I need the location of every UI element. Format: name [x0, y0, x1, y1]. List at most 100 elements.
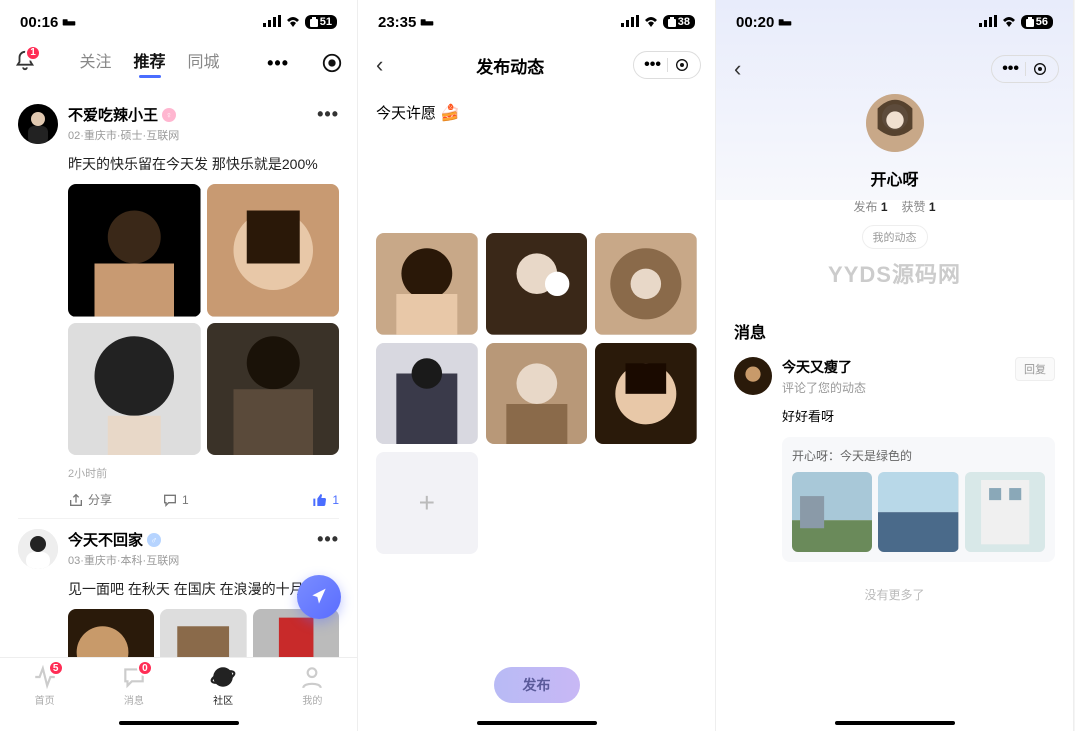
status-time: 00:16: [20, 14, 58, 31]
messages-title: 消息: [734, 319, 1055, 343]
post-image[interactable]: [68, 609, 154, 657]
post-username[interactable]: 不爱吃辣小王: [68, 104, 158, 125]
profile-avatar[interactable]: [866, 94, 924, 152]
more-button[interactable]: •••: [263, 49, 293, 78]
post-image[interactable]: [68, 323, 201, 456]
screen-compose: 23:35 38 ‹ 发布动态 ••• 今天许愿 🍰: [358, 0, 716, 731]
compose-image[interactable]: [376, 343, 478, 445]
wifi-icon: [643, 14, 659, 31]
tab-recommend[interactable]: 推荐: [134, 48, 166, 78]
quoted-post[interactable]: 开心呀：今天是绿色的: [782, 437, 1055, 562]
message-item: 今天又瘦了 评论了您的动态 回复 好好看呀 开心呀：今天是绿色的: [734, 357, 1055, 562]
compose-fab[interactable]: [297, 575, 341, 619]
battery-badge: 56: [1021, 15, 1053, 29]
post-image[interactable]: [68, 184, 201, 317]
compose-image[interactable]: [486, 343, 588, 445]
more-icon: •••: [1002, 60, 1019, 78]
titlebar-pill[interactable]: •••: [633, 51, 701, 79]
home-indicator: [119, 721, 239, 725]
message-avatar[interactable]: [734, 357, 772, 395]
back-button[interactable]: ‹: [372, 48, 387, 82]
tab-follow[interactable]: 关注: [80, 48, 112, 78]
avatar[interactable]: [18, 529, 58, 569]
tabbar-community[interactable]: 社区: [210, 664, 236, 707]
notifications-button[interactable]: 1: [14, 50, 36, 77]
post-image[interactable]: [207, 184, 340, 317]
tabbar-msg-badge: 0: [137, 660, 153, 676]
profile-pill[interactable]: 我的动态: [862, 225, 928, 249]
message-text: 好好看呀: [782, 406, 1055, 425]
profile-stats: 发布 1 获赞 1: [853, 198, 935, 215]
gender-female-icon: ♀: [162, 108, 176, 122]
publish-button[interactable]: 发布: [494, 667, 580, 703]
add-image-button[interactable]: +: [376, 452, 478, 554]
battery-badge: 38: [663, 15, 695, 29]
watermark: YYDS源码网: [828, 257, 961, 289]
tabbar-home-badge: 5: [48, 660, 64, 676]
compose-image[interactable]: [486, 233, 588, 335]
post-more-button[interactable]: •••: [317, 529, 339, 550]
feed-post: 不爱吃辣小王 ♀ 02·重庆市·硕士·互联网 ••• 昨天的快乐留在今天发 那快…: [18, 94, 339, 518]
quote-text: 开心呀：今天是绿色的: [792, 447, 1045, 464]
post-more-button[interactable]: •••: [317, 104, 339, 125]
share-button[interactable]: 分享: [68, 491, 112, 508]
bed-icon: [62, 14, 76, 31]
status-bar: 23:35 38: [358, 0, 715, 44]
post-image[interactable]: [207, 323, 340, 456]
feed-post: 今天不回家 ♂ 03·重庆市·本科·互联网 ••• 见一面吧 在秋天 在国庆 在…: [18, 518, 339, 657]
home-indicator: [835, 721, 955, 725]
gender-male-icon: ♂: [147, 533, 161, 547]
compose-image[interactable]: [595, 233, 697, 335]
post-text: 昨天的快乐留在今天发 那快乐就是200%: [68, 154, 339, 174]
quote-image[interactable]: [965, 472, 1045, 552]
target-icon: [674, 57, 690, 73]
tab-bar: 5 首页 0 消息 社区 我的: [0, 657, 357, 721]
more-icon: •••: [644, 56, 661, 74]
tab-city[interactable]: 同城: [188, 48, 220, 78]
tabbar-mine[interactable]: 我的: [299, 664, 325, 707]
battery-badge: 51: [305, 15, 337, 29]
bed-icon: [420, 14, 434, 31]
cake-icon: 🍰: [440, 103, 460, 123]
target-button[interactable]: [321, 52, 343, 74]
status-time: 23:35: [378, 14, 416, 31]
like-button[interactable]: 1: [312, 492, 339, 508]
post-image[interactable]: [160, 609, 246, 657]
profile-name: 开心呀: [870, 166, 918, 190]
signal-icon: [621, 14, 639, 31]
signal-icon: [263, 14, 281, 31]
quote-image[interactable]: [878, 472, 958, 552]
no-more-text: 没有更多了: [734, 586, 1055, 603]
status-bar: 00:16 51: [0, 0, 357, 44]
signal-icon: [979, 14, 997, 31]
page-title: 发布动态: [476, 53, 544, 78]
post-username[interactable]: 今天不回家: [68, 529, 143, 550]
comment-button[interactable]: 1: [162, 492, 189, 508]
wifi-icon: [1001, 14, 1017, 31]
reply-button[interactable]: 回复: [1015, 357, 1055, 381]
bed-icon: [778, 14, 792, 31]
compose-image[interactable]: [376, 233, 478, 335]
tabbar-msg[interactable]: 0 消息: [121, 664, 147, 707]
quote-image[interactable]: [792, 472, 872, 552]
home-indicator: [477, 721, 597, 725]
screen-profile: 00:20 56 ‹ •••: [716, 0, 1074, 731]
status-bar: 00:20 56: [716, 0, 1073, 44]
top-nav: 1 关注 推荐 同城 •••: [0, 44, 357, 88]
compose-text[interactable]: 今天许愿 🍰: [376, 102, 697, 123]
message-username[interactable]: 今天又瘦了: [782, 357, 866, 377]
post-time: 2小时前: [68, 465, 339, 481]
status-time: 00:20: [736, 14, 774, 31]
post-userinfo: 03·重庆市·本科·互联网: [68, 552, 307, 568]
titlebar-pill[interactable]: •••: [991, 55, 1059, 83]
screen-feed: 00:16 51 1 关注 推荐 同城 •••: [0, 0, 358, 731]
wifi-icon: [285, 14, 301, 31]
back-button[interactable]: ‹: [730, 52, 745, 86]
compose-image[interactable]: [595, 343, 697, 445]
post-userinfo: 02·重庆市·硕士·互联网: [68, 127, 307, 143]
target-icon: [1032, 61, 1048, 77]
tabbar-home[interactable]: 5 首页: [32, 664, 58, 707]
message-subtitle: 评论了您的动态: [782, 379, 866, 396]
avatar[interactable]: [18, 104, 58, 144]
notif-badge: 1: [25, 45, 41, 61]
